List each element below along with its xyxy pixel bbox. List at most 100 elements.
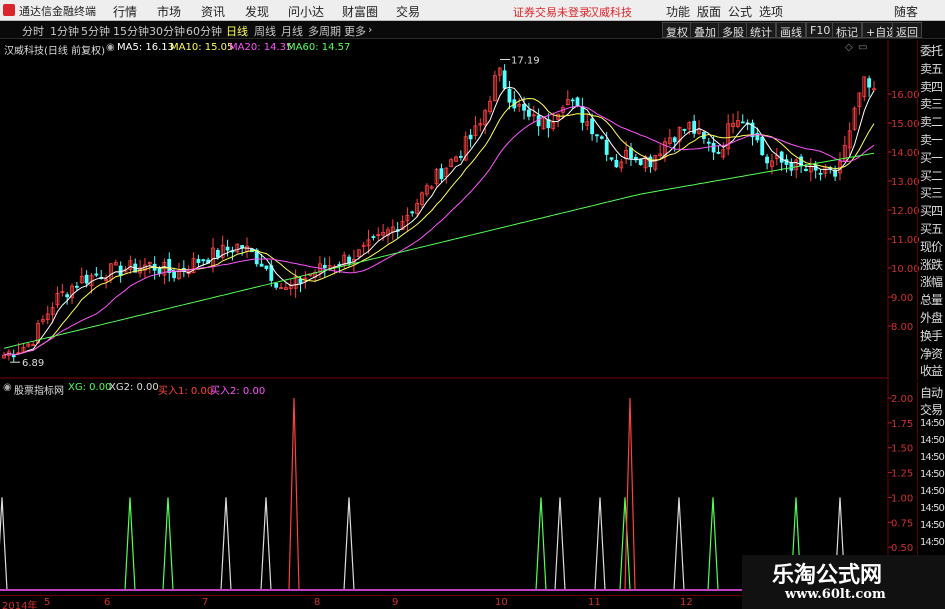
candle-body	[502, 70, 507, 89]
signal-spike	[554, 497, 566, 591]
indicator-tick-label: 1.25	[891, 469, 913, 480]
candle-body	[867, 78, 872, 88]
ma5-value: MA5: 16.13	[117, 42, 175, 53]
candle-body	[804, 168, 808, 171]
price-tick-label: 9.00	[891, 293, 913, 304]
auto-trade-label[interactable]: 自动	[920, 384, 943, 401]
quote-field-label: 收益	[920, 364, 943, 379]
candle-body	[196, 258, 201, 263]
candle-body	[11, 354, 16, 358]
price-tick-label: 11.00	[891, 235, 920, 246]
ma20-value: MA20: 14.35	[229, 42, 293, 53]
quote-field-label: 涨跌	[920, 257, 943, 272]
signal-spike	[124, 497, 136, 591]
quote-field-label: 卖四	[920, 79, 943, 94]
quote-field-label: 总量	[920, 293, 943, 308]
price-tick-label: 8.00	[891, 322, 913, 333]
indicator-tick-label: 1.75	[891, 419, 913, 430]
window-icon[interactable]: ▭	[858, 42, 867, 53]
date-label: 8	[314, 597, 321, 608]
quote-field-label: 现价	[920, 239, 943, 254]
candle-body	[118, 265, 123, 276]
candle-body	[264, 265, 269, 270]
kline-chart[interactable]: 16.00 15.00 14.00 13.00 12.00 11.00 10.00 9.00 8…	[0, 0, 945, 609]
diamond-icon[interactable]: ◇	[845, 42, 853, 53]
candle-body	[259, 263, 264, 267]
chart-title: 汉威科技(日线 前复权)	[4, 46, 105, 57]
candle-body	[201, 259, 206, 262]
quote-side-panel: 委托 卖五 卖四 卖三 卖二 卖一 买一 买二 买三 买四 买五 现价 涨跌 涨幅 总量 外盘 换手 净资 收益	[917, 40, 945, 380]
quote-field-label: 净资	[920, 346, 943, 361]
candle-body	[410, 211, 415, 214]
watermark-title: 乐淘公式网	[772, 563, 883, 588]
quote-field-label: 委托	[920, 44, 943, 58]
candle-body	[740, 121, 745, 124]
candle-body	[818, 172, 823, 175]
candle-body	[629, 147, 633, 159]
candle-body	[604, 139, 609, 155]
candle-body	[614, 159, 619, 168]
date-label: 9	[392, 597, 399, 608]
price-tick-label: 15.00	[891, 119, 920, 130]
quote-field-label: 买四	[920, 204, 943, 219]
candle-body	[716, 151, 721, 154]
candle-body	[74, 285, 79, 288]
date-label: 11	[588, 597, 601, 608]
watermark-url: www.60lt.com	[785, 587, 886, 602]
candle-body	[439, 168, 444, 180]
quote-field-label: 买三	[920, 186, 943, 201]
candle-body	[298, 278, 303, 284]
ma5-line	[3, 86, 875, 356]
candle-body	[468, 134, 473, 140]
buy1-value: 买入1: 0.00	[158, 386, 214, 397]
signal-spike	[535, 497, 547, 591]
signal-spike	[288, 397, 300, 591]
signal-spike	[162, 497, 174, 591]
trade-time: 14:50	[920, 469, 945, 480]
candle-body	[609, 157, 614, 160]
price-tick-label: 10.00	[891, 264, 920, 275]
trade-time: 14:50	[920, 452, 945, 463]
indicator-settings-icon[interactable]: ◉	[3, 382, 12, 393]
trade-time: 14:50	[920, 537, 945, 548]
candle-body	[507, 88, 512, 103]
quote-field-label: 换手	[920, 328, 943, 343]
price-tick-label: 14.00	[891, 148, 920, 159]
candle-body	[371, 236, 376, 239]
signal-spike	[707, 497, 719, 591]
candle-body	[590, 118, 595, 135]
date-label: 10	[495, 597, 508, 608]
signal-spike	[260, 497, 272, 591]
date-label: 6	[104, 597, 111, 608]
signal-spike	[673, 497, 685, 591]
settings-icon[interactable]: ◉	[106, 42, 115, 53]
trade-time: 14:50	[920, 503, 945, 514]
candle-body	[760, 136, 765, 156]
candle-body	[711, 142, 716, 153]
xg-value: XG: 0.00	[68, 382, 112, 393]
candle-body	[599, 136, 604, 139]
ma60-line	[3, 152, 875, 349]
candle-body	[706, 141, 711, 144]
quote-field-label: 卖二	[920, 115, 943, 130]
quote-field-label: 卖三	[920, 97, 943, 112]
candle-body	[458, 155, 463, 158]
candle-body	[789, 162, 794, 171]
auto-trade-label[interactable]: 交易	[920, 401, 943, 418]
candle-body	[274, 282, 279, 288]
candle-body	[765, 156, 769, 164]
candle-body	[157, 268, 162, 275]
indicator-tick-label: 2.00	[891, 394, 913, 405]
candle-body	[225, 246, 230, 251]
main-chart-header: 汉威科技(日线 前复权) ◉ MA5: 16.13 MA10: 15.05 MA…	[0, 40, 880, 57]
indicator-tick-label: 0.50	[891, 543, 913, 554]
price-tick-label: 16.00	[891, 90, 920, 101]
candle-body	[215, 250, 220, 258]
candle-body	[575, 97, 580, 107]
candle-body	[570, 99, 575, 102]
candle-body	[522, 104, 526, 111]
indicator-title: 股票指标网	[14, 386, 64, 397]
quote-field-label: 卖一	[920, 133, 943, 147]
quote-field-label: 卖五	[920, 61, 943, 76]
date-label: 5	[44, 597, 51, 608]
